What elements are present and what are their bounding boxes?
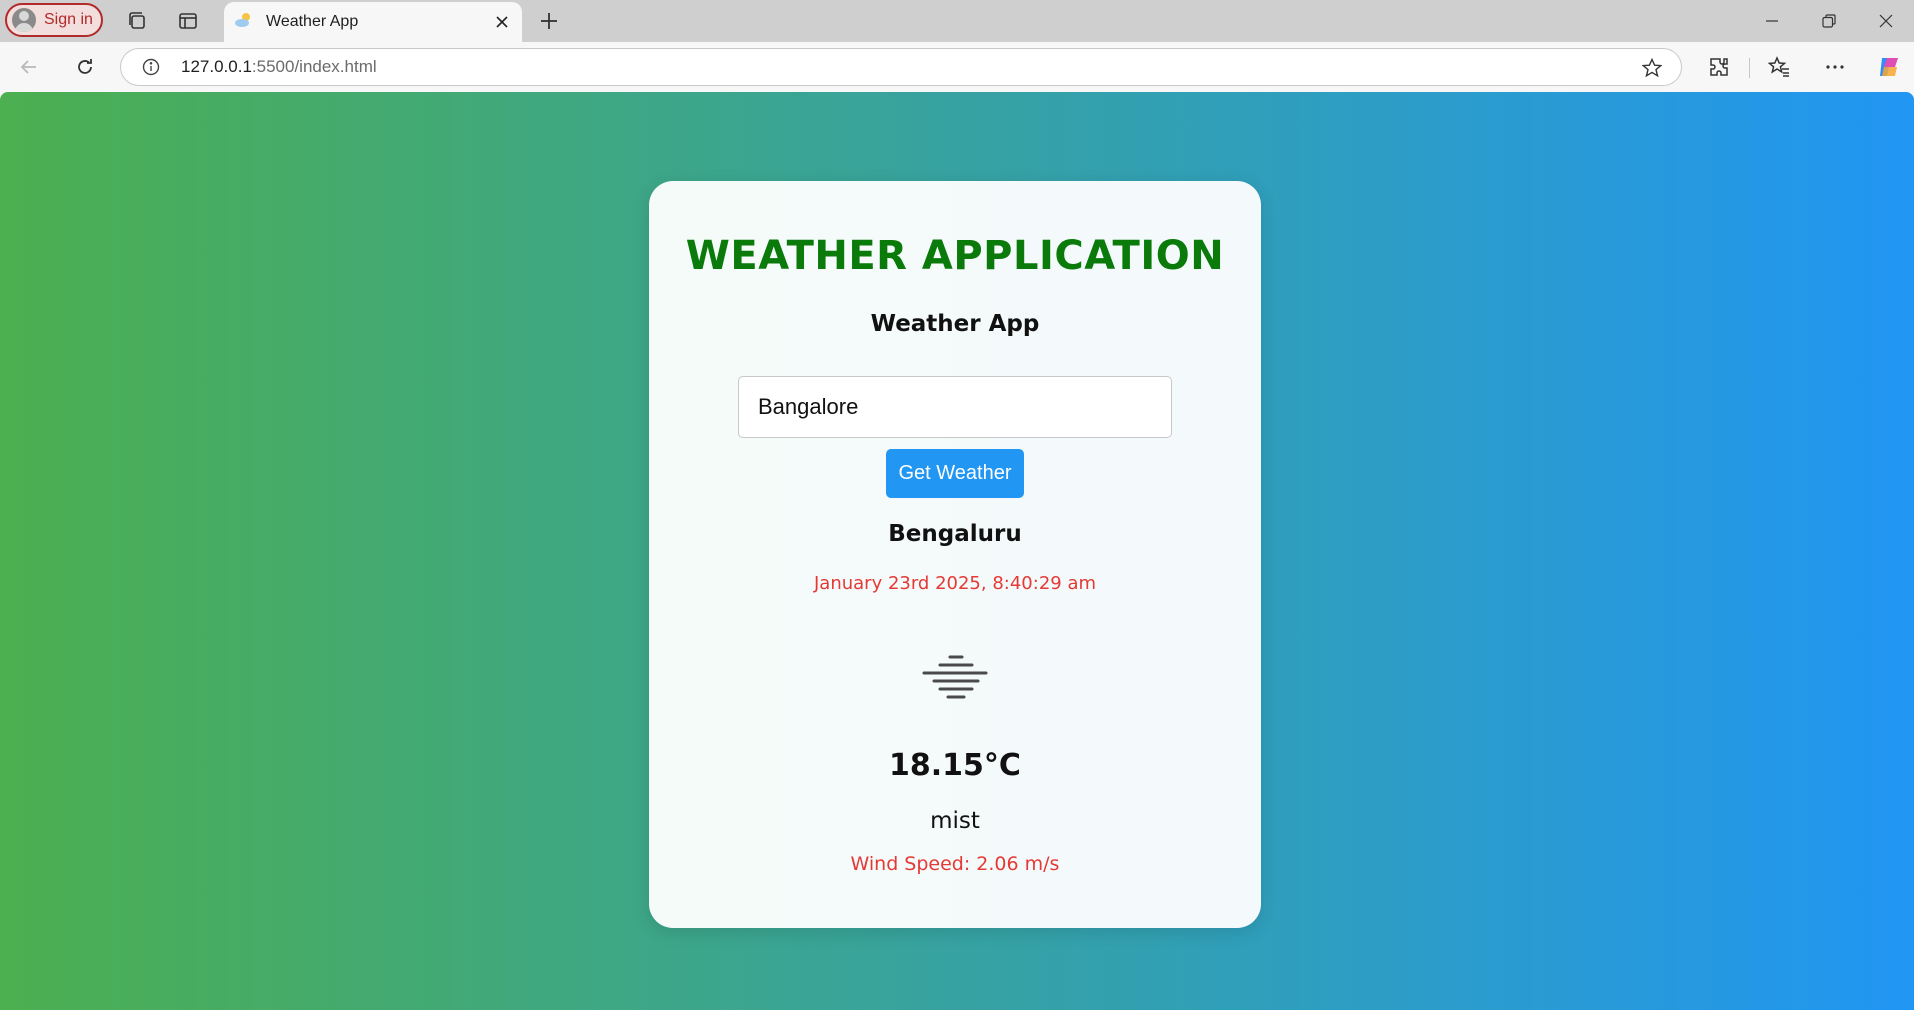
- workspaces-icon[interactable]: [122, 6, 152, 36]
- mist-icon: [920, 651, 990, 701]
- favorite-star-icon[interactable]: [1641, 57, 1663, 79]
- wind-speed: Wind Speed: 2.06 m/s: [850, 853, 1060, 875]
- toolbar-divider: [1749, 58, 1750, 78]
- profile-icon: [12, 8, 36, 32]
- close-window-icon[interactable]: [1863, 4, 1909, 38]
- minimize-icon[interactable]: [1749, 4, 1795, 38]
- get-weather-button[interactable]: Get Weather: [886, 449, 1024, 498]
- date-time: January 23rd 2025, 8:40:29 am: [813, 573, 1097, 594]
- address-bar[interactable]: 127.0.0.1:5500/index.html: [120, 48, 1682, 86]
- city-search-input[interactable]: [738, 376, 1172, 438]
- extensions-icon[interactable]: [1702, 51, 1736, 83]
- sign-in-button[interactable]: Sign in: [5, 3, 103, 37]
- tab-title: Weather App: [266, 13, 359, 30]
- weather-description: mist: [930, 808, 980, 834]
- favorites-icon[interactable]: [1762, 51, 1796, 83]
- browser-toolbar: 127.0.0.1:5500/index.html: [0, 42, 1914, 92]
- page-title: WEATHER APPLICATION: [685, 233, 1225, 279]
- weather-card: WEATHER APPLICATION Weather App Get Weat…: [649, 181, 1261, 928]
- browser-tabstrip: Sign in Weather App: [0, 0, 1914, 42]
- vertical-tabs-icon[interactable]: [173, 6, 203, 36]
- url-text: 127.0.0.1:5500/index.html: [181, 57, 377, 76]
- site-info-icon[interactable]: [141, 57, 161, 77]
- new-tab-icon[interactable]: [534, 6, 564, 36]
- refresh-icon[interactable]: [68, 51, 102, 83]
- page-viewport: WEATHER APPLICATION Weather App Get Weat…: [0, 92, 1914, 1010]
- temperature: 18.15°C: [889, 748, 1021, 783]
- copilot-icon[interactable]: [1872, 51, 1906, 83]
- city-name: Bengaluru: [888, 521, 1022, 547]
- restore-icon[interactable]: [1806, 4, 1852, 38]
- close-tab-icon[interactable]: [492, 12, 512, 32]
- sign-in-label: Sign in: [44, 11, 93, 28]
- weather-favicon-icon: [234, 10, 254, 35]
- page-subtitle: Weather App: [870, 311, 1040, 337]
- more-options-icon[interactable]: [1818, 51, 1852, 83]
- back-icon[interactable]: [12, 51, 46, 83]
- tab-weather-app[interactable]: Weather App: [224, 2, 522, 42]
